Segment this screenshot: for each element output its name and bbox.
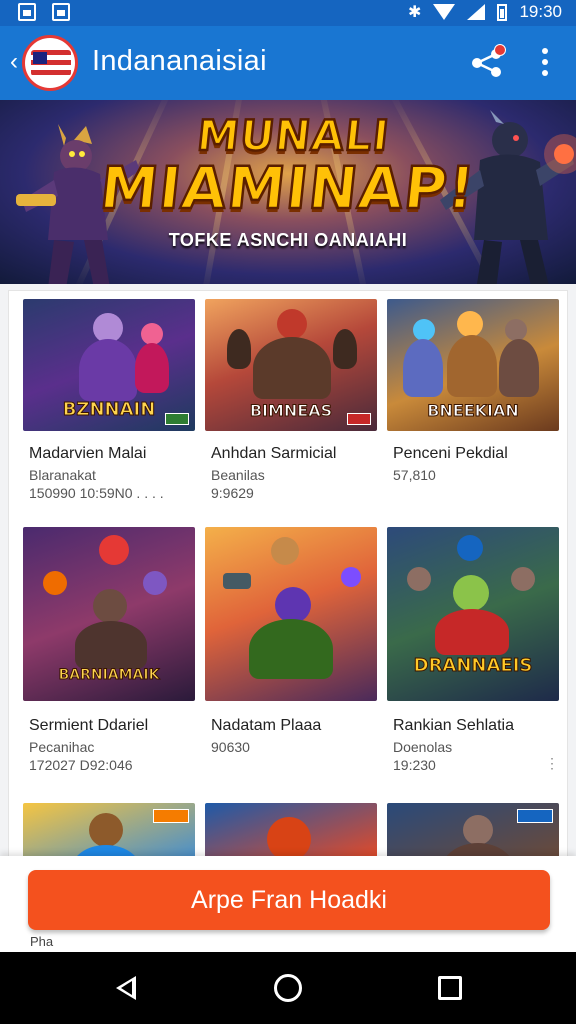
battery-icon — [497, 3, 508, 21]
game-card-image[interactable]: BNEEKIAN — [387, 299, 559, 431]
game-card[interactable]: BNEEKIAN Penceni Pekdial 57,810 — [387, 299, 559, 519]
cta-bar: Arpe Fran Hoadki Pha — [0, 856, 576, 952]
game-card[interactable]: BIMNEAS Anhdan Sarmicial Beanilas 9:9629 — [205, 299, 377, 519]
game-publisher: Pecanihac — [29, 739, 95, 755]
install-button[interactable]: Arpe Fran Hoadki — [28, 870, 550, 930]
status-time: 19:30 — [519, 2, 562, 21]
game-publisher: Doenolas — [393, 739, 453, 755]
game-publisher: Beanilas — [211, 467, 265, 483]
game-logo-text: BNEEKIAN — [427, 401, 520, 421]
banner-title: MUNALI MIAMINAP! — [0, 110, 576, 224]
nav-recent-icon[interactable] — [438, 976, 462, 1000]
game-card[interactable]: BARNIAMAIK Sermient Ddariel Pecanihac 17… — [23, 527, 195, 773]
nav-back-icon[interactable] — [116, 976, 136, 1000]
signal-icon — [467, 4, 486, 20]
game-meta: 19:230 — [393, 757, 436, 773]
back-arrow-icon[interactable]: ‹ — [10, 50, 18, 74]
hero-banner[interactable]: MUNALI MIAMINAP! TOFKE ASNCHI OANAIAHI — [0, 100, 576, 284]
game-publisher: Blaranakat — [29, 467, 96, 483]
wifi-icon — [433, 4, 456, 20]
rating-tag — [347, 413, 371, 425]
game-card[interactable]: BZNNAIN Madarvien Malai Blaranakat 15099… — [23, 299, 195, 519]
banner-title-line1: MUNALI — [194, 110, 394, 162]
game-title: Madarvien Malai — [29, 445, 147, 462]
game-card-image[interactable]: DRANNAEIS — [387, 527, 559, 701]
game-card[interactable]: Nadatam Plaaa 90630 — [205, 527, 377, 755]
notification-badge — [494, 44, 506, 56]
game-grid: BZNNAIN Madarvien Malai Blaranakat 15099… — [8, 290, 568, 953]
game-card-image[interactable]: BARNIAMAIK — [23, 527, 195, 701]
game-meta: 9:9629 — [211, 485, 254, 501]
photo-notification-icon — [52, 3, 70, 21]
peek-text: Pha — [30, 934, 54, 949]
game-meta: 57,810 — [393, 467, 436, 483]
status-bar: ✱ 19:30 — [0, 0, 576, 26]
game-title: Sermient Ddariel — [29, 717, 149, 734]
more-vert-icon[interactable] — [538, 48, 552, 78]
game-logo-text: DRANNAEIS — [413, 655, 533, 677]
game-title: Penceni Pekdial — [393, 445, 508, 462]
card-more-icon[interactable]: ⋮ — [545, 755, 559, 772]
game-card-image[interactable]: BIMNEAS — [205, 299, 377, 431]
game-logo-text: BARNIAMAIK — [58, 667, 160, 684]
app-title: Indananaisiai — [92, 45, 267, 77]
app-bar: ‹ Indananaisiai — [0, 26, 576, 100]
game-meta: 150990 10:59N0 . . . . — [29, 485, 164, 501]
gallery-notification-icon — [18, 3, 36, 21]
banner-subtitle: TOFKE ASNCHI OANAIAHI — [168, 230, 408, 250]
game-meta: 172027 D92:046 — [29, 757, 133, 773]
content-area: BZNNAIN Madarvien Malai Blaranakat 15099… — [0, 284, 576, 953]
system-nav-bar — [0, 952, 576, 1024]
app-logo[interactable] — [22, 35, 78, 91]
game-title: Anhdan Sarmicial — [211, 445, 337, 462]
game-card-image[interactable]: BZNNAIN — [23, 299, 195, 431]
vibrate-icon: ✱ — [408, 4, 422, 21]
nav-home-icon[interactable] — [274, 974, 302, 1002]
game-card-image[interactable] — [205, 527, 377, 701]
game-card[interactable]: DRANNAEIS Rankian Sehlatia Doenolas 19:2… — [387, 527, 559, 773]
game-title: Rankian Sehlatia — [393, 717, 514, 734]
banner-title-line2: MIAMINAP! — [96, 153, 481, 224]
game-meta: 90630 — [211, 739, 250, 755]
game-title: Nadatam Plaaa — [211, 717, 322, 734]
rating-tag — [165, 413, 189, 425]
